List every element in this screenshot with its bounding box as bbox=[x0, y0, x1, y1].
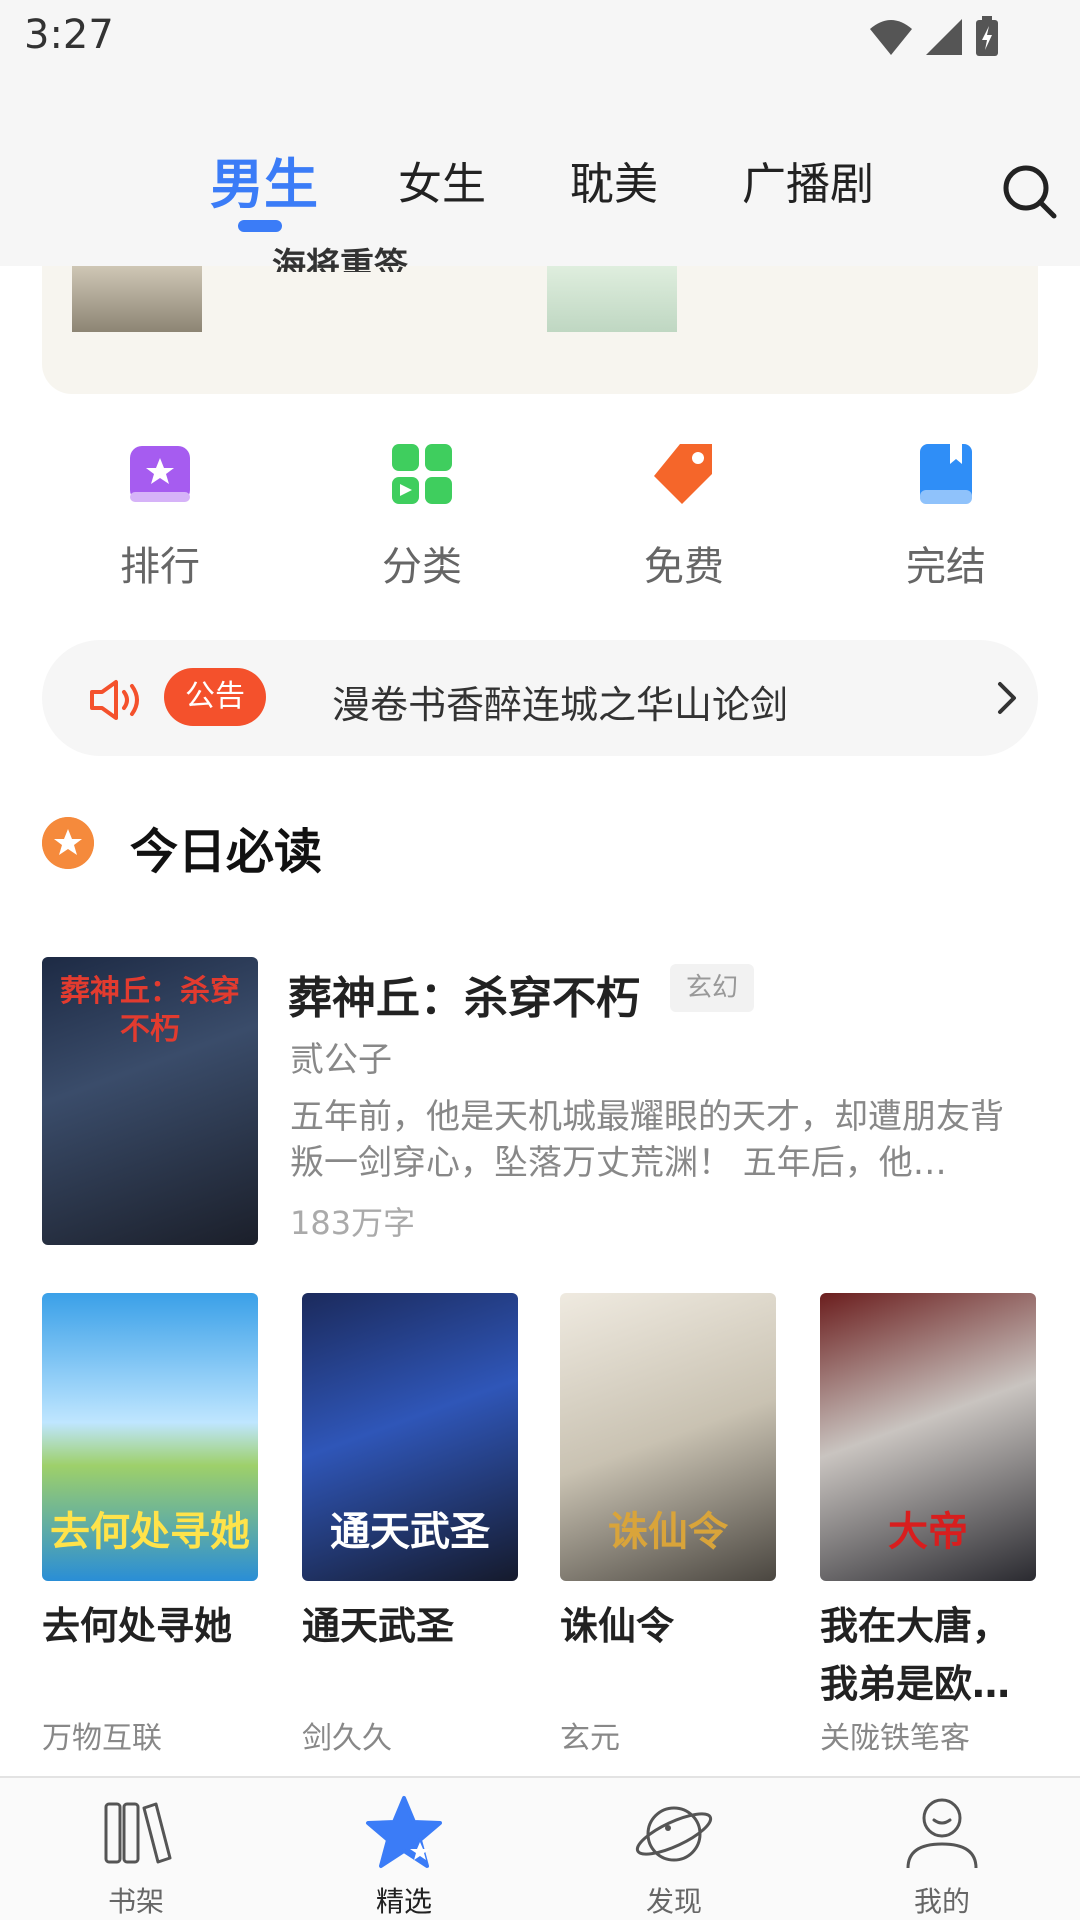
nav-bookshelf[interactable]: 书架 bbox=[56, 1792, 216, 1920]
book-author: 万物互联 bbox=[42, 1721, 162, 1756]
search-icon[interactable] bbox=[1000, 162, 1060, 222]
star-icon bbox=[366, 1796, 442, 1868]
chevron-right-icon bbox=[998, 682, 1016, 714]
featured-book-cover[interactable]: 葬神丘：杀穿不朽 bbox=[42, 957, 258, 1245]
category-icon bbox=[392, 444, 452, 504]
featured-book-title[interactable]: 葬神丘：杀穿不朽 bbox=[288, 962, 640, 1026]
tab-female[interactable]: 女生 bbox=[398, 148, 486, 212]
ranking-icon bbox=[130, 446, 190, 502]
cover-art-text: 大帝 bbox=[888, 1509, 968, 1555]
quick-entry-category[interactable]: 分类 bbox=[322, 440, 522, 592]
speaker-icon bbox=[90, 680, 139, 720]
section-title: 今日必读 bbox=[130, 824, 323, 880]
book-cover[interactable]: 去何处寻她 bbox=[42, 1293, 258, 1581]
nav-featured[interactable]: 精选 bbox=[324, 1792, 484, 1920]
quick-entry-free[interactable]: 免费 bbox=[584, 440, 784, 592]
active-tab-indicator bbox=[238, 220, 282, 232]
completed-book-icon bbox=[920, 444, 972, 504]
featured-book-word-count: 183万字 bbox=[290, 1204, 416, 1242]
quick-entry-label: 分类 bbox=[382, 544, 462, 590]
star-badge-icon bbox=[42, 817, 94, 869]
status-icons bbox=[868, 16, 1000, 58]
banner-card[interactable]: 海将重签 bbox=[42, 246, 1038, 394]
announcement-badge: 公告 bbox=[164, 668, 266, 726]
featured-book-author: 贰公子 bbox=[290, 1040, 392, 1080]
quick-entry-ranking[interactable]: 排行 bbox=[60, 440, 260, 592]
book-cover[interactable]: 通天武圣 bbox=[302, 1293, 518, 1581]
book-author: 关陇铁笔客 bbox=[820, 1721, 970, 1756]
status-bar: 3:27 bbox=[0, 0, 1080, 80]
book-cover[interactable]: 大帝 bbox=[820, 1293, 1036, 1581]
book-title: 我在大唐，我弟是欧… bbox=[820, 1604, 1011, 1706]
wifi-icon bbox=[870, 20, 912, 55]
top-tab-bar: 男生 女生 耽美 广播剧 bbox=[0, 80, 1080, 266]
nav-discover[interactable]: 发现 bbox=[594, 1792, 754, 1920]
cover-art-text: 通天武圣 bbox=[330, 1509, 490, 1555]
cover-art-text: 葬神丘：杀穿不朽 bbox=[60, 974, 240, 1047]
status-time: 3:27 bbox=[24, 12, 114, 58]
tab-male[interactable]: 男生 bbox=[210, 140, 318, 219]
tab-radio-drama[interactable]: 广播剧 bbox=[742, 148, 874, 212]
bottom-nav: 书架 精选 发现 我的 bbox=[0, 1776, 1080, 1920]
announcement-bar[interactable]: 公告 漫卷书香醉连城之华山论剑 bbox=[42, 640, 1038, 756]
free-tag-icon bbox=[654, 444, 712, 504]
nav-label: 书架 bbox=[107, 1885, 164, 1918]
book-card[interactable]: 通天武圣 通天武圣 剑久久 bbox=[302, 1293, 518, 1756]
book-cover[interactable]: 诛仙令 bbox=[560, 1293, 776, 1581]
book-author: 剑久久 bbox=[302, 1721, 392, 1756]
quick-entry-label: 排行 bbox=[120, 544, 200, 590]
book-card[interactable]: 诛仙令 诛仙令 玄元 bbox=[560, 1293, 776, 1756]
quick-entry-label: 完结 bbox=[906, 544, 986, 590]
cover-art-text: 诛仙令 bbox=[608, 1509, 728, 1555]
genre-tag: 玄幻 bbox=[670, 964, 755, 1012]
tab-danmei[interactable]: 耽美 bbox=[570, 148, 658, 212]
bookshelf-icon bbox=[104, 1802, 172, 1864]
book-title: 诛仙令 bbox=[560, 1604, 675, 1648]
book-title: 去何处寻她 bbox=[42, 1604, 233, 1648]
featured-book-description: 五年前，他是天机城最耀眼的天才，却遭朋友背叛一剑穿心，坠落万丈荒渊！ 五年后，他… bbox=[290, 1097, 1004, 1183]
nav-label: 发现 bbox=[645, 1885, 702, 1918]
banner-thumbnail[interactable] bbox=[547, 266, 677, 332]
nav-label: 我的 bbox=[913, 1885, 970, 1918]
banner-cut-title: 海将重签 bbox=[272, 246, 408, 272]
banner-thumbnail[interactable] bbox=[72, 266, 202, 332]
quick-entry-label: 免费 bbox=[644, 544, 724, 590]
nav-label: 精选 bbox=[375, 1885, 432, 1918]
announcement-text: 漫卷书香醉连城之华山论剑 bbox=[332, 683, 789, 727]
book-card[interactable]: 去何处寻她 去何处寻她 万物互联 bbox=[42, 1293, 258, 1756]
nav-profile[interactable]: 我的 bbox=[862, 1792, 1022, 1920]
book-title: 通天武圣 bbox=[302, 1604, 455, 1648]
battery-charging-icon bbox=[976, 16, 998, 56]
planet-icon bbox=[635, 1806, 713, 1862]
book-author: 玄元 bbox=[560, 1721, 620, 1756]
cellular-signal-icon bbox=[926, 19, 962, 55]
quick-entry-completed[interactable]: 完结 bbox=[846, 440, 1046, 592]
user-icon bbox=[906, 1798, 978, 1869]
cover-art-text: 去何处寻她 bbox=[50, 1509, 250, 1555]
book-card[interactable]: 大帝 我在大唐，我弟是欧… 关陇铁笔客 bbox=[820, 1293, 1036, 1756]
